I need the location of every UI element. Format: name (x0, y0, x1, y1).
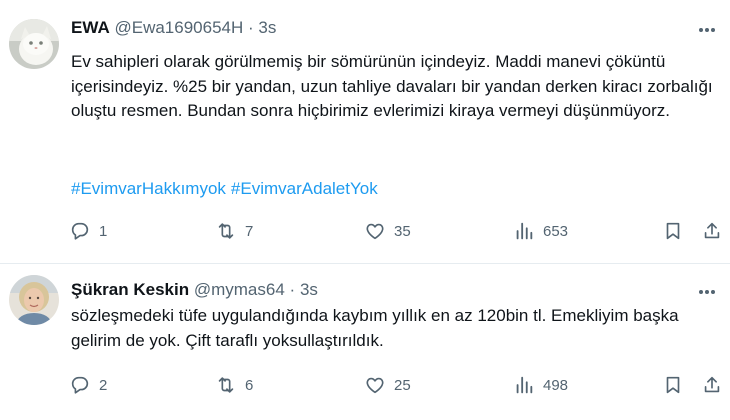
tweet[interactable]: EWA @Ewa1690654H · 3s Ev sahipleri olara… (0, 0, 730, 264)
more-options-icon[interactable] (696, 20, 718, 40)
author-handle[interactable]: @mymas64 (194, 280, 285, 299)
like-count: 25 (394, 376, 411, 394)
retweet-button[interactable]: 6 (215, 373, 253, 397)
retweet-count: 6 (245, 376, 254, 394)
share-button[interactable] (701, 373, 723, 397)
white-cat-avatar-icon (9, 19, 59, 69)
hashtag-link[interactable]: #EvimvarAdaletYok (231, 179, 378, 198)
like-count: 35 (394, 222, 411, 240)
user-avatar[interactable] (9, 275, 59, 325)
like-button[interactable]: 35 (364, 219, 411, 243)
author-handle[interactable]: @Ewa1690654H (114, 18, 243, 37)
share-icon (704, 222, 720, 239)
tweet-text: sözleşmedeki tüfe uygulandığında kaybım … (71, 306, 679, 350)
retweet-icon (218, 377, 234, 393)
bookmark-button[interactable] (662, 373, 684, 397)
hashtag-list: #EvimvarHakkımyok #EvimvarAdaletYok (71, 178, 383, 200)
more-options-icon[interactable] (696, 282, 718, 302)
heart-icon (366, 377, 384, 394)
views-button[interactable]: 498 (513, 373, 568, 397)
separator-dot: · (248, 18, 254, 37)
bookmark-icon (666, 222, 680, 240)
share-icon (704, 376, 720, 393)
bookmark-icon (666, 376, 680, 394)
views-button[interactable]: 653 (513, 219, 568, 243)
retweet-icon (218, 223, 234, 239)
reply-count: 1 (99, 222, 108, 240)
reply-count: 2 (99, 376, 108, 394)
author-name[interactable]: Şükran Keskin (71, 280, 189, 299)
hashtag-link[interactable]: #EvimvarHakkımyok (71, 179, 226, 198)
tweet[interactable]: Şükran Keskin @mymas64 · 3s sözleşmedeki… (0, 264, 730, 420)
tweet-actions: 2 6 25 498 (0, 373, 730, 397)
tweet-actions: 1 7 35 653 (0, 219, 730, 243)
author-name[interactable]: EWA (71, 18, 110, 37)
heart-icon (366, 223, 384, 240)
bookmark-button[interactable] (662, 219, 684, 243)
tweet-time[interactable]: 3s (258, 18, 276, 37)
views-bar-chart-icon (516, 222, 533, 240)
reply-icon (71, 376, 89, 394)
view-count: 653 (543, 222, 569, 240)
like-button[interactable]: 25 (364, 373, 411, 397)
reply-icon (71, 222, 89, 240)
view-count: 498 (543, 376, 569, 394)
user-avatar[interactable] (9, 19, 59, 69)
reply-button[interactable]: 1 (69, 219, 107, 243)
retweet-count: 7 (245, 222, 254, 240)
views-bar-chart-icon (516, 376, 533, 394)
retweet-button[interactable]: 7 (215, 219, 253, 243)
separator-dot: · (289, 280, 296, 299)
tweet-header: EWA @Ewa1690654H · 3s (71, 18, 276, 38)
tweet-time[interactable]: 3s (300, 280, 318, 299)
reply-button[interactable]: 2 (69, 373, 107, 397)
woman-portrait-avatar-icon (9, 275, 59, 325)
tweet-header: Şükran Keskin @mymas64 · 3s (71, 280, 318, 300)
tweet-text: Ev sahipleri olarak görülmemiş bir sömür… (71, 52, 713, 120)
share-button[interactable] (701, 219, 723, 243)
